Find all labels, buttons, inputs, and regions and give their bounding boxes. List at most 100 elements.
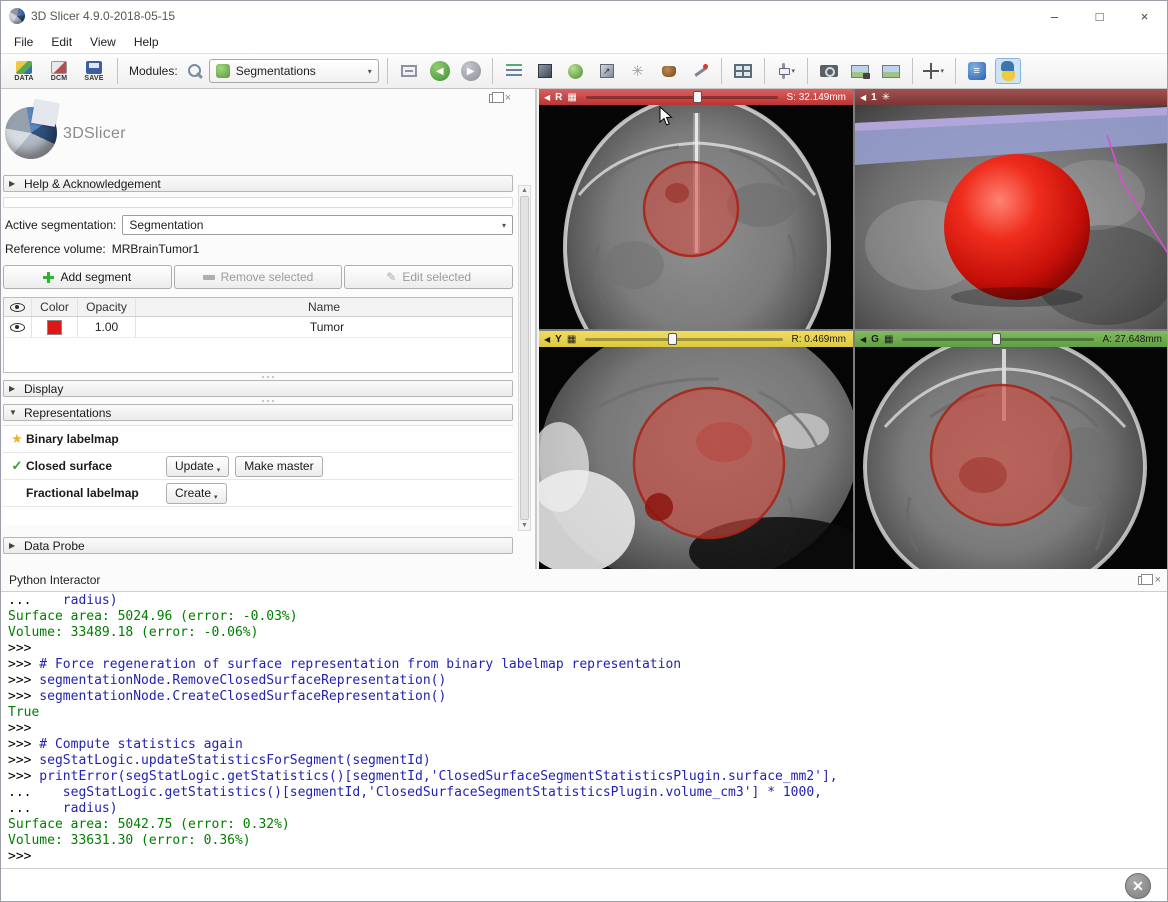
transforms-icon: ↗ bbox=[599, 64, 614, 78]
segment-name-value[interactable]: Tumor bbox=[136, 317, 512, 337]
menu-view[interactable]: View bbox=[81, 35, 125, 49]
pin-icon[interactable]: ◀ bbox=[860, 335, 866, 344]
green-slice-controller: ◀ G ▦ A: 27.648mm bbox=[855, 331, 1167, 347]
favorite-models-module-button[interactable] bbox=[563, 58, 589, 84]
segment-color-swatch[interactable] bbox=[47, 319, 62, 335]
favorite-transforms-module-button[interactable]: ↗ bbox=[594, 58, 620, 84]
module-forward-button[interactable]: ▶ bbox=[458, 58, 484, 84]
green-slice-view: ◀ G ▦ A: 27.648mm bbox=[855, 331, 1167, 571]
slider-thumb[interactable] bbox=[693, 91, 703, 103]
python-interactor-header: Python Interactor × bbox=[1, 569, 1167, 591]
representation-row-closed-surface[interactable]: ✓ Closed surface Update ▾ Make master bbox=[3, 453, 513, 480]
dicom-button[interactable]: DCM bbox=[44, 55, 74, 87]
table-row[interactable]: 1.00 Tumor bbox=[4, 317, 512, 338]
scroll-down-icon[interactable]: ▼ bbox=[521, 522, 528, 529]
scrollbar-thumb[interactable] bbox=[520, 196, 529, 520]
extensions-icon: ≡ bbox=[967, 62, 986, 80]
splitter-grip[interactable] bbox=[1, 397, 535, 404]
favorite-segment-editor-button[interactable] bbox=[656, 58, 682, 84]
python-interactor-button[interactable] bbox=[994, 58, 1021, 84]
red-slice-image[interactable] bbox=[539, 105, 853, 329]
close-panel-icon[interactable]: × bbox=[505, 93, 511, 104]
segment-visibility-icon[interactable] bbox=[10, 322, 25, 332]
representation-row-binary[interactable]: ★ Binary labelmap bbox=[3, 426, 513, 453]
green-slice-image[interactable] bbox=[855, 347, 1167, 571]
minus-icon bbox=[202, 274, 215, 280]
layout-selector-button[interactable] bbox=[730, 58, 756, 84]
slicer-window: 3D Slicer 4.9.0-2018-05-15 – □ × File Ed… bbox=[0, 0, 1168, 902]
slider-thumb[interactable] bbox=[992, 333, 1002, 345]
three-d-render[interactable] bbox=[855, 105, 1167, 329]
pin-icon[interactable]: ◀ bbox=[860, 93, 866, 102]
active-segmentation-selector[interactable]: Segmentation ▾ bbox=[122, 215, 513, 235]
restore-scene-view-button[interactable] bbox=[878, 58, 904, 84]
menu-file[interactable]: File bbox=[5, 35, 42, 49]
name-column-header: Name bbox=[307, 300, 340, 314]
module-search-icon[interactable] bbox=[186, 62, 204, 80]
binary-labelmap-label: Binary labelmap bbox=[26, 432, 119, 446]
three-d-view: ◀ 1 ✳ bbox=[855, 89, 1167, 329]
forward-arrow-icon: ▶ bbox=[460, 61, 481, 81]
save-scene-view-button[interactable] bbox=[847, 58, 873, 84]
save-button[interactable]: SAVE bbox=[79, 55, 109, 87]
pin-icon[interactable]: ◀ bbox=[544, 93, 550, 102]
remove-selected-button[interactable]: Remove selected bbox=[173, 265, 343, 289]
favorite-annotations-module-button[interactable]: ✳ bbox=[625, 58, 651, 84]
maximize-button[interactable]: □ bbox=[1077, 1, 1122, 31]
crosshair-button[interactable]: ▾ bbox=[921, 58, 947, 84]
section-representations[interactable]: ▼ Representations bbox=[3, 404, 513, 421]
menu-edit[interactable]: Edit bbox=[42, 35, 81, 49]
edit-selected-button[interactable]: ✎ Edit selected bbox=[344, 265, 514, 289]
update-button[interactable]: Update ▾ bbox=[166, 455, 230, 477]
yellow-slice-image[interactable] bbox=[539, 347, 853, 571]
minimize-button[interactable]: – bbox=[1032, 1, 1077, 31]
scroll-up-icon[interactable]: ▲ bbox=[521, 187, 528, 194]
pin-icon[interactable]: ◀ bbox=[544, 335, 550, 344]
app-logo-icon bbox=[9, 8, 25, 24]
slider-thumb[interactable] bbox=[668, 333, 678, 345]
modules-label: Modules: bbox=[129, 64, 178, 78]
screenshot-button[interactable] bbox=[816, 58, 842, 84]
python-console[interactable]: ... radius) Surface area: 5024.96 (error:… bbox=[1, 591, 1167, 869]
spin-icon[interactable]: ✳ bbox=[882, 92, 890, 103]
favorite-markups-module-button[interactable] bbox=[687, 58, 713, 84]
close-console-icon[interactable]: × bbox=[1155, 574, 1161, 585]
red-slice-controller: ◀ R ▦ S: 32.149mm bbox=[539, 89, 853, 105]
splitter-grip[interactable] bbox=[1, 373, 535, 380]
section-display[interactable]: ▶ Display bbox=[3, 380, 513, 397]
undock-console-icon[interactable] bbox=[1137, 573, 1153, 585]
panel-scrollbar[interactable]: ▲ ▼ bbox=[518, 185, 531, 531]
slice-visibility-icon[interactable]: ▦ bbox=[567, 334, 576, 345]
visibility-column-icon bbox=[10, 302, 25, 312]
yellow-slice-slider[interactable] bbox=[585, 333, 783, 345]
extensions-manager-button[interactable]: ≡ bbox=[964, 58, 990, 84]
red-slice-slider[interactable] bbox=[585, 91, 778, 103]
toolbar-separator bbox=[763, 58, 765, 84]
make-master-button[interactable]: Make master bbox=[235, 455, 323, 477]
slice-visibility-icon[interactable]: ▦ bbox=[884, 334, 893, 345]
error-log-close-button[interactable]: ✕ bbox=[1125, 873, 1151, 899]
segment-opacity-value[interactable]: 1.00 bbox=[78, 317, 136, 337]
slicer-logo-icon bbox=[3, 97, 61, 171]
create-button[interactable]: Create ▾ bbox=[166, 482, 227, 504]
add-segment-button[interactable]: Add segment bbox=[3, 265, 172, 289]
representation-row-fractional[interactable]: Fractional labelmap Create ▾ bbox=[3, 480, 513, 507]
favorite-data-module-button[interactable] bbox=[501, 58, 527, 84]
section-data-probe[interactable]: ▶ Data Probe bbox=[3, 537, 513, 554]
slice-opacity-button[interactable]: ▾ bbox=[773, 58, 799, 84]
close-button[interactable]: × bbox=[1122, 1, 1167, 31]
module-back-button[interactable]: ◀ bbox=[427, 58, 453, 84]
module-history-button[interactable] bbox=[396, 58, 422, 84]
color-column-header: Color bbox=[32, 298, 78, 316]
green-slice-slider[interactable] bbox=[902, 333, 1094, 345]
undock-panel-icon[interactable] bbox=[488, 92, 504, 103]
main-toolbar: DATA DCM SAVE Modules: Segmentations ▾ ◀… bbox=[1, 53, 1167, 89]
history-icon bbox=[400, 65, 417, 77]
section-help-acknowledgement[interactable]: ▶ Help & Acknowledgement bbox=[3, 175, 513, 192]
favorite-volumes-module-button[interactable] bbox=[532, 58, 558, 84]
pencil-icon: ✎ bbox=[386, 270, 397, 284]
load-data-button[interactable]: DATA bbox=[9, 55, 39, 87]
menu-help[interactable]: Help bbox=[125, 35, 168, 49]
module-selector[interactable]: Segmentations ▾ bbox=[208, 59, 379, 83]
slice-visibility-icon[interactable]: ▦ bbox=[567, 92, 576, 103]
